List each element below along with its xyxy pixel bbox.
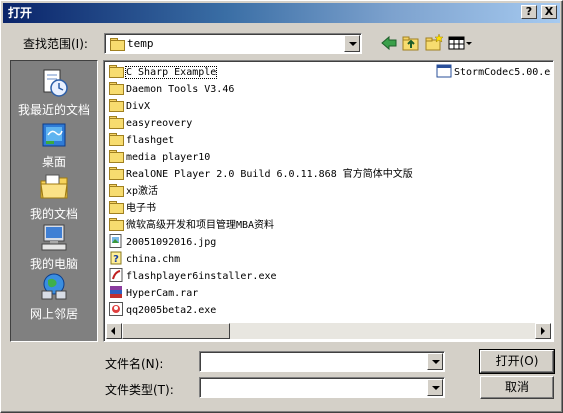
filename-dropdown-button[interactable] [427, 353, 443, 370]
list-item[interactable]: StormCodec5.00.ex [436, 64, 551, 81]
place-label: 我最近的文档 [17, 103, 90, 117]
file-name: flashplayer6installer.exe [126, 271, 277, 282]
folder-icon [108, 183, 124, 197]
list-item[interactable]: media player10 [108, 149, 210, 166]
lookin-combo[interactable]: temp [104, 33, 362, 54]
list-item[interactable]: easyreovery [108, 115, 192, 132]
help-button[interactable]: ? [521, 5, 537, 19]
open-button[interactable]: 打开(O) [479, 349, 555, 374]
list-item[interactable]: xp激活 [108, 183, 158, 200]
archive-file-icon [110, 286, 122, 298]
file-name: HyperCam.rar [126, 288, 199, 299]
file-name: Daemon Tools V3.46 [126, 84, 235, 95]
file-name: StormCodec5.00.ex [454, 67, 551, 78]
filename-input[interactable] [199, 351, 445, 372]
filetype-dropdown-button[interactable] [427, 379, 443, 396]
place-label: 网上邻居 [29, 307, 78, 321]
list-item[interactable]: flashplayer6installer.exe [108, 268, 277, 285]
place-label: 桌面 [41, 155, 66, 169]
file-name: 微软高级开发和项目管理MBA资料 [126, 220, 275, 231]
place-recent-documents[interactable]: 我最近的文档 [11, 67, 97, 118]
folder-icon [108, 217, 124, 231]
place-network-places[interactable]: 网上邻居 [11, 271, 97, 322]
folder-icon [108, 166, 124, 180]
filename-label: 文件名(N): [105, 357, 164, 371]
list-item[interactable]: C Sharp Example [108, 64, 218, 81]
place-my-documents[interactable]: 我的文档 [11, 171, 97, 222]
list-item[interactable]: DivX [108, 98, 150, 115]
list-item[interactable]: HyperCam.rar [108, 285, 198, 302]
file-name: xp激活 [126, 186, 159, 197]
svg-text:?: ? [113, 254, 119, 265]
lookin-value: temp [127, 37, 154, 50]
new-folder-icon[interactable] [424, 33, 444, 53]
places-bar: 我最近的文档 桌面 我的文档 我的电脑 网上邻居 [10, 60, 98, 342]
file-name: qq2005beta2.exe [126, 305, 217, 316]
folder-icon [108, 98, 124, 112]
file-name: RealONE Player 2.0 Build 6.0.11.868 官方简体… [126, 169, 413, 180]
help-file-icon: ? [110, 251, 122, 265]
open-dialog: 打开 ? X 查找范围(I): temp 我最近的文档 桌面 我的文档 我的电脑… [0, 0, 563, 413]
window-title: 打开 [8, 6, 33, 20]
list-item[interactable]: 微软高级开发和项目管理MBA资料 [108, 217, 274, 234]
file-name: media player10 [126, 152, 211, 163]
scroll-thumb[interactable] [122, 323, 230, 339]
horizontal-scrollbar[interactable] [106, 323, 551, 339]
file-name: china.chm [126, 254, 181, 265]
list-item[interactable]: ? china.chm [108, 251, 180, 268]
file-list[interactable]: C Sharp Example Daemon Tools V3.46 DivX … [103, 60, 554, 342]
scroll-right-button[interactable] [535, 323, 551, 339]
qq-exe-icon [109, 302, 123, 316]
flash-exe-icon [109, 268, 123, 282]
back-arrow-icon[interactable] [379, 33, 399, 53]
lookin-dropdown-button[interactable] [344, 35, 360, 52]
folder-icon [108, 64, 124, 78]
my-computer-icon [41, 224, 67, 251]
window-file-icon [436, 64, 452, 78]
network-places-icon [41, 273, 67, 300]
file-name: DivX [126, 101, 151, 112]
image-file-icon [109, 234, 122, 248]
place-my-computer[interactable]: 我的电脑 [11, 221, 97, 272]
folder-icon [108, 81, 124, 95]
scroll-left-button[interactable] [106, 323, 122, 339]
title-bar[interactable]: 打开 [3, 3, 560, 23]
file-name: 20051092016.jpg [126, 237, 217, 248]
cancel-button[interactable]: 取消 [480, 376, 554, 399]
list-item[interactable]: flashget [108, 132, 174, 149]
filetype-label: 文件类型(T): [105, 383, 174, 397]
list-item[interactable]: Daemon Tools V3.46 [108, 81, 234, 98]
list-item[interactable]: 电子书 [108, 200, 156, 217]
close-button[interactable]: X [541, 5, 557, 19]
recent-documents-icon [43, 69, 68, 97]
place-label: 我的文档 [29, 207, 78, 221]
file-name: easyreovery [126, 118, 193, 129]
list-item[interactable]: 20051092016.jpg [108, 234, 216, 251]
place-desktop[interactable]: 桌面 [11, 119, 97, 170]
file-list-area: C Sharp Example Daemon Tools V3.46 DivX … [106, 63, 551, 323]
list-item[interactable]: RealONE Player 2.0 Build 6.0.11.868 官方简体… [108, 166, 413, 183]
folder-icon [109, 37, 125, 51]
place-label: 我的电脑 [29, 257, 78, 271]
filetype-select[interactable] [199, 377, 445, 398]
file-name: flashget [126, 135, 175, 146]
views-menu-icon[interactable] [447, 33, 473, 53]
folder-icon [108, 115, 124, 129]
up-folder-icon[interactable] [401, 33, 421, 53]
desktop-icon [42, 123, 66, 147]
folder-icon [108, 200, 124, 214]
file-name: C Sharp Example [124, 66, 218, 79]
folder-icon [108, 132, 124, 146]
lookin-label: 查找范围(I): [23, 37, 88, 51]
my-documents-icon [40, 174, 68, 199]
folder-icon [108, 149, 124, 163]
list-item[interactable]: qq2005beta2.exe [108, 302, 216, 319]
file-name: 电子书 [126, 203, 156, 214]
